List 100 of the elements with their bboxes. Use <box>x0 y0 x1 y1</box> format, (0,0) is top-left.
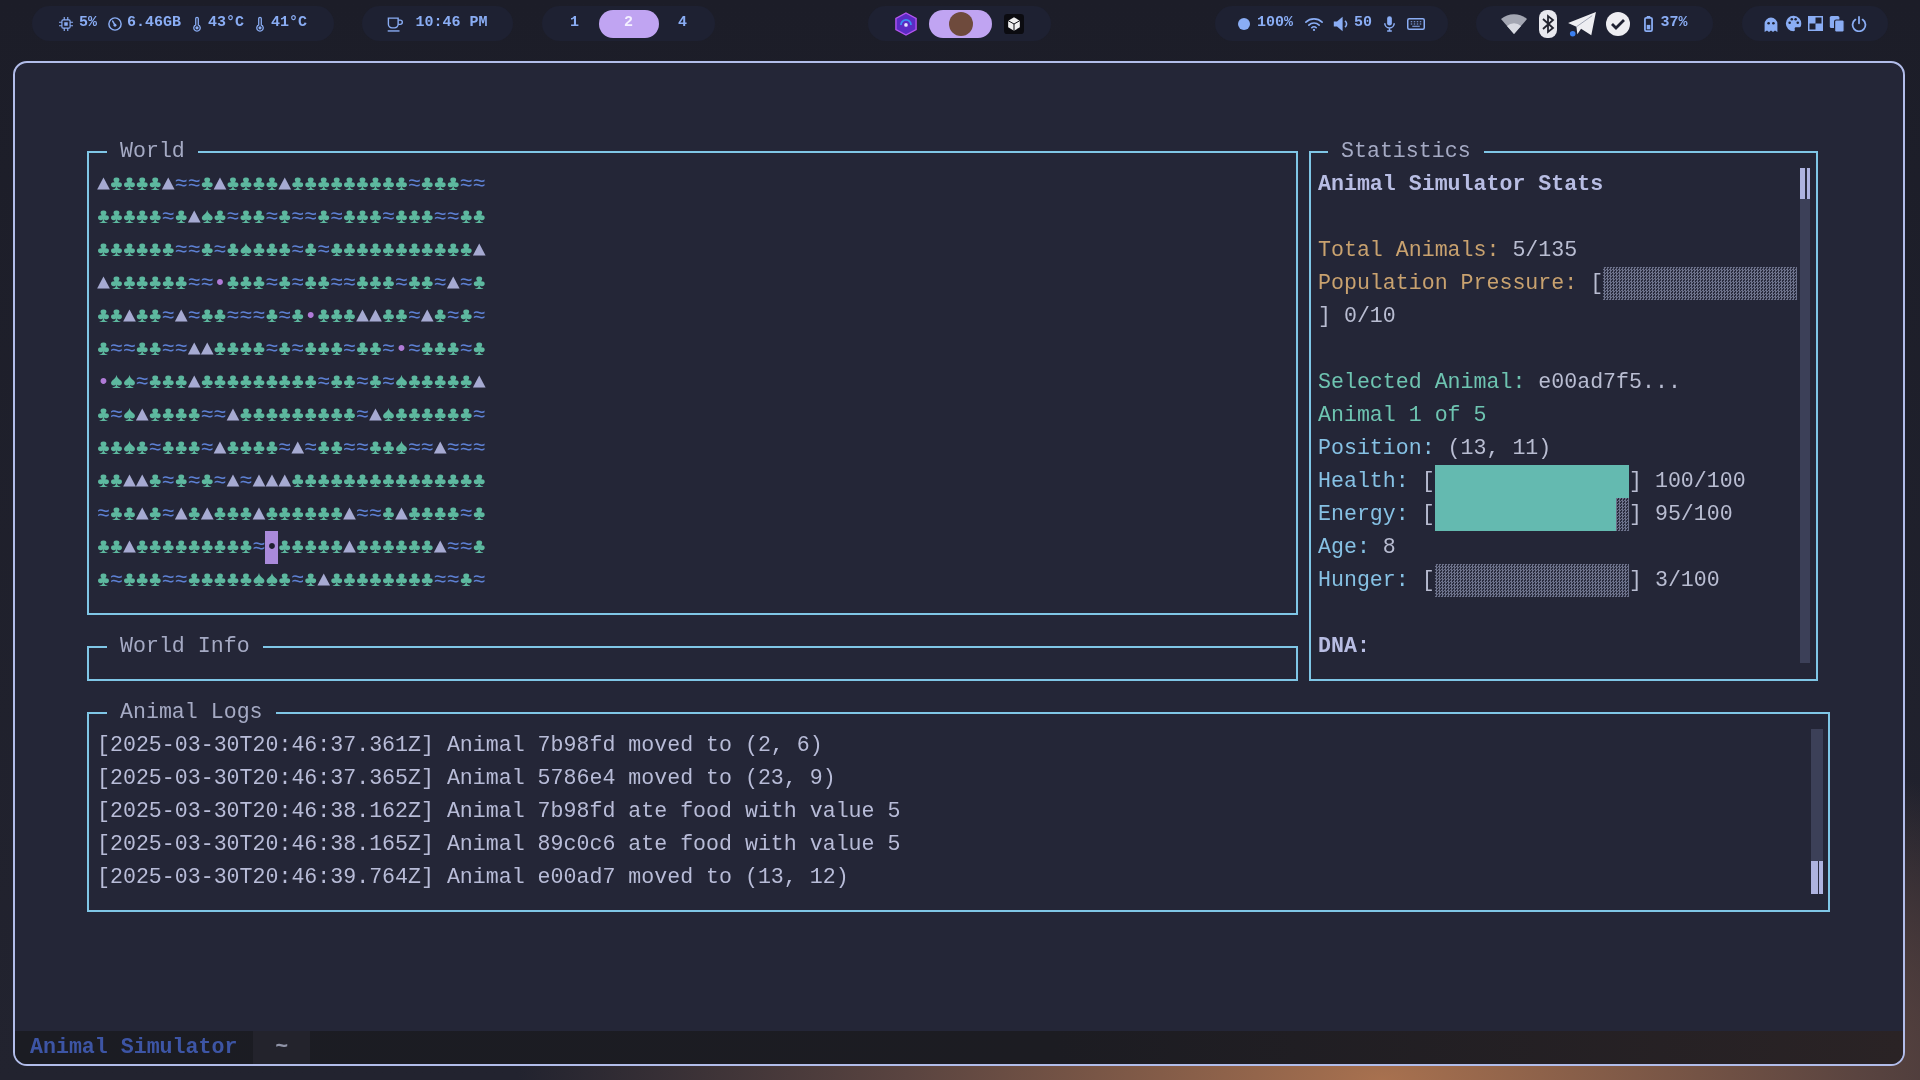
tree-glyph: ♣ <box>252 336 266 363</box>
tree-glyph: ♣ <box>472 501 486 528</box>
water-glyph: ≈ <box>356 369 369 396</box>
scrollbar-thumb[interactable] <box>1800 168 1811 199</box>
tree-glyph: ♣ <box>213 336 227 363</box>
tree-glyph: ♠ <box>265 567 279 594</box>
paper-plane-icon[interactable] <box>1567 10 1598 37</box>
water-glyph: ≈ <box>109 336 123 363</box>
tree-glyph: ♣ <box>265 501 279 528</box>
mountain-glyph: ▲ <box>472 369 486 396</box>
tree-glyph: ♣ <box>213 369 227 396</box>
tree-glyph: ♣ <box>446 369 460 396</box>
bluetooth-icon[interactable] <box>1539 9 1558 38</box>
water-glyph: ≈ <box>226 204 240 231</box>
tree-glyph: ♠ <box>394 435 408 462</box>
log-entry: [2025-03-30T20:46:38.165Z] Animal 89c0c6 ate food with value 5 <box>97 831 902 858</box>
water-glyph: ≈ <box>304 204 318 231</box>
tree-glyph: ♣ <box>265 237 279 264</box>
ghost-icon[interactable] <box>1763 15 1779 32</box>
app-button[interactable] <box>929 9 992 38</box>
check-circle-icon[interactable] <box>1606 11 1631 36</box>
tree-glyph: ♣ <box>148 237 162 264</box>
tree-glyph: ♣ <box>330 402 344 429</box>
tree-glyph: ♣ <box>97 567 110 594</box>
tree-glyph: ♣ <box>317 468 331 495</box>
water-glyph: ≈ <box>394 270 408 297</box>
workspace-button[interactable]: 4 <box>658 9 707 38</box>
tree-glyph: ♣ <box>343 567 357 594</box>
tree-glyph: ♣ <box>369 204 382 231</box>
tree-glyph: ♣ <box>304 336 318 363</box>
water-glyph: ≈ <box>161 204 175 231</box>
water-glyph: ≈ <box>161 501 175 528</box>
tree-glyph: ♣ <box>381 303 395 330</box>
water-glyph: ≈ <box>109 402 123 429</box>
tree-glyph: ♣ <box>174 369 188 396</box>
tree-glyph: ♣ <box>135 303 149 330</box>
tree-glyph: ♣ <box>420 336 434 363</box>
water-glyph: ≈ <box>407 336 421 363</box>
copy-icon[interactable] <box>1829 14 1845 33</box>
tree-glyph: ♣ <box>317 501 331 528</box>
tree-glyph: ♣ <box>265 171 279 198</box>
tree-glyph: ♣ <box>213 567 227 594</box>
tree-glyph: ♣ <box>394 171 408 198</box>
tree-glyph: ♣ <box>135 171 149 198</box>
window-tab[interactable]: ~ <box>253 1031 311 1064</box>
tree-glyph: ♣ <box>420 270 434 297</box>
water-glyph: ≈ <box>174 567 188 594</box>
avatar-icon <box>948 11 973 36</box>
tree-glyph: ♣ <box>304 237 318 264</box>
tree-glyph: ♣ <box>381 468 395 495</box>
tree-glyph: ♣ <box>226 501 240 528</box>
tree-glyph: ♣ <box>109 303 123 330</box>
wifi-icon[interactable] <box>1501 13 1528 34</box>
tree-glyph: ♣ <box>291 402 305 429</box>
water-glyph: ≈ <box>226 303 240 330</box>
tree-glyph: ♣ <box>135 336 149 363</box>
tree-glyph: ♣ <box>200 369 214 396</box>
tree-glyph: ♣ <box>239 567 253 594</box>
water-glyph: ≈ <box>265 270 279 297</box>
water-glyph: ≈ <box>446 534 460 561</box>
power-icon[interactable] <box>1851 15 1867 32</box>
tree-glyph: ♣ <box>187 567 201 594</box>
water-glyph: ≈ <box>459 501 473 528</box>
water-glyph: ≈ <box>343 336 357 363</box>
water-glyph: ≈ <box>291 204 305 231</box>
water-glyph: ≈ <box>304 435 318 462</box>
tree-glyph: ♣ <box>291 303 305 330</box>
wifi-icon[interactable] <box>1305 16 1323 31</box>
water-glyph: ≈ <box>433 204 447 231</box>
squares-icon[interactable] <box>1808 16 1823 31</box>
workspace-button[interactable]: 1 <box>550 9 599 38</box>
microphone-icon[interactable] <box>1384 15 1395 32</box>
speaker-icon[interactable] <box>1333 15 1349 32</box>
open-bracket: [ <box>1421 468 1435 495</box>
tree-glyph: ♣ <box>174 270 188 297</box>
mountain-glyph: ▲ <box>122 303 136 330</box>
water-glyph: ≈ <box>317 237 331 264</box>
tree-glyph: ♣ <box>265 402 279 429</box>
tree-glyph: ♣ <box>356 237 369 264</box>
tree-glyph: ♣ <box>420 567 434 594</box>
tree-glyph: ♣ <box>394 237 408 264</box>
stat-label: Population Pressure: <box>1318 270 1578 297</box>
palette-icon[interactable] <box>1785 15 1802 32</box>
keyboard-icon[interactable] <box>1407 17 1425 30</box>
tree-glyph: ♣ <box>369 171 382 198</box>
mountain-glyph: ▲ <box>291 435 305 462</box>
cup-icon[interactable] <box>387 15 404 32</box>
temperature-reading: 41°C <box>271 13 308 34</box>
close-bracket: ] <box>1629 567 1642 594</box>
tree-glyph: ♣ <box>252 204 266 231</box>
tree-glyph: ♣ <box>122 237 136 264</box>
tree-glyph: ♣ <box>239 270 253 297</box>
tree-glyph: ♣ <box>174 402 188 429</box>
tree-glyph: ♣ <box>330 435 344 462</box>
water-glyph: ≈ <box>356 435 369 462</box>
tree-glyph: ♣ <box>446 402 460 429</box>
tree-glyph: ♣ <box>148 270 162 297</box>
log-entry: [2025-03-30T20:46:37.361Z] Animal 7b98fd moved to (2, 6) <box>97 732 824 759</box>
scrollbar-thumb[interactable] <box>1811 861 1823 894</box>
mountain-glyph: ▲ <box>278 171 292 198</box>
